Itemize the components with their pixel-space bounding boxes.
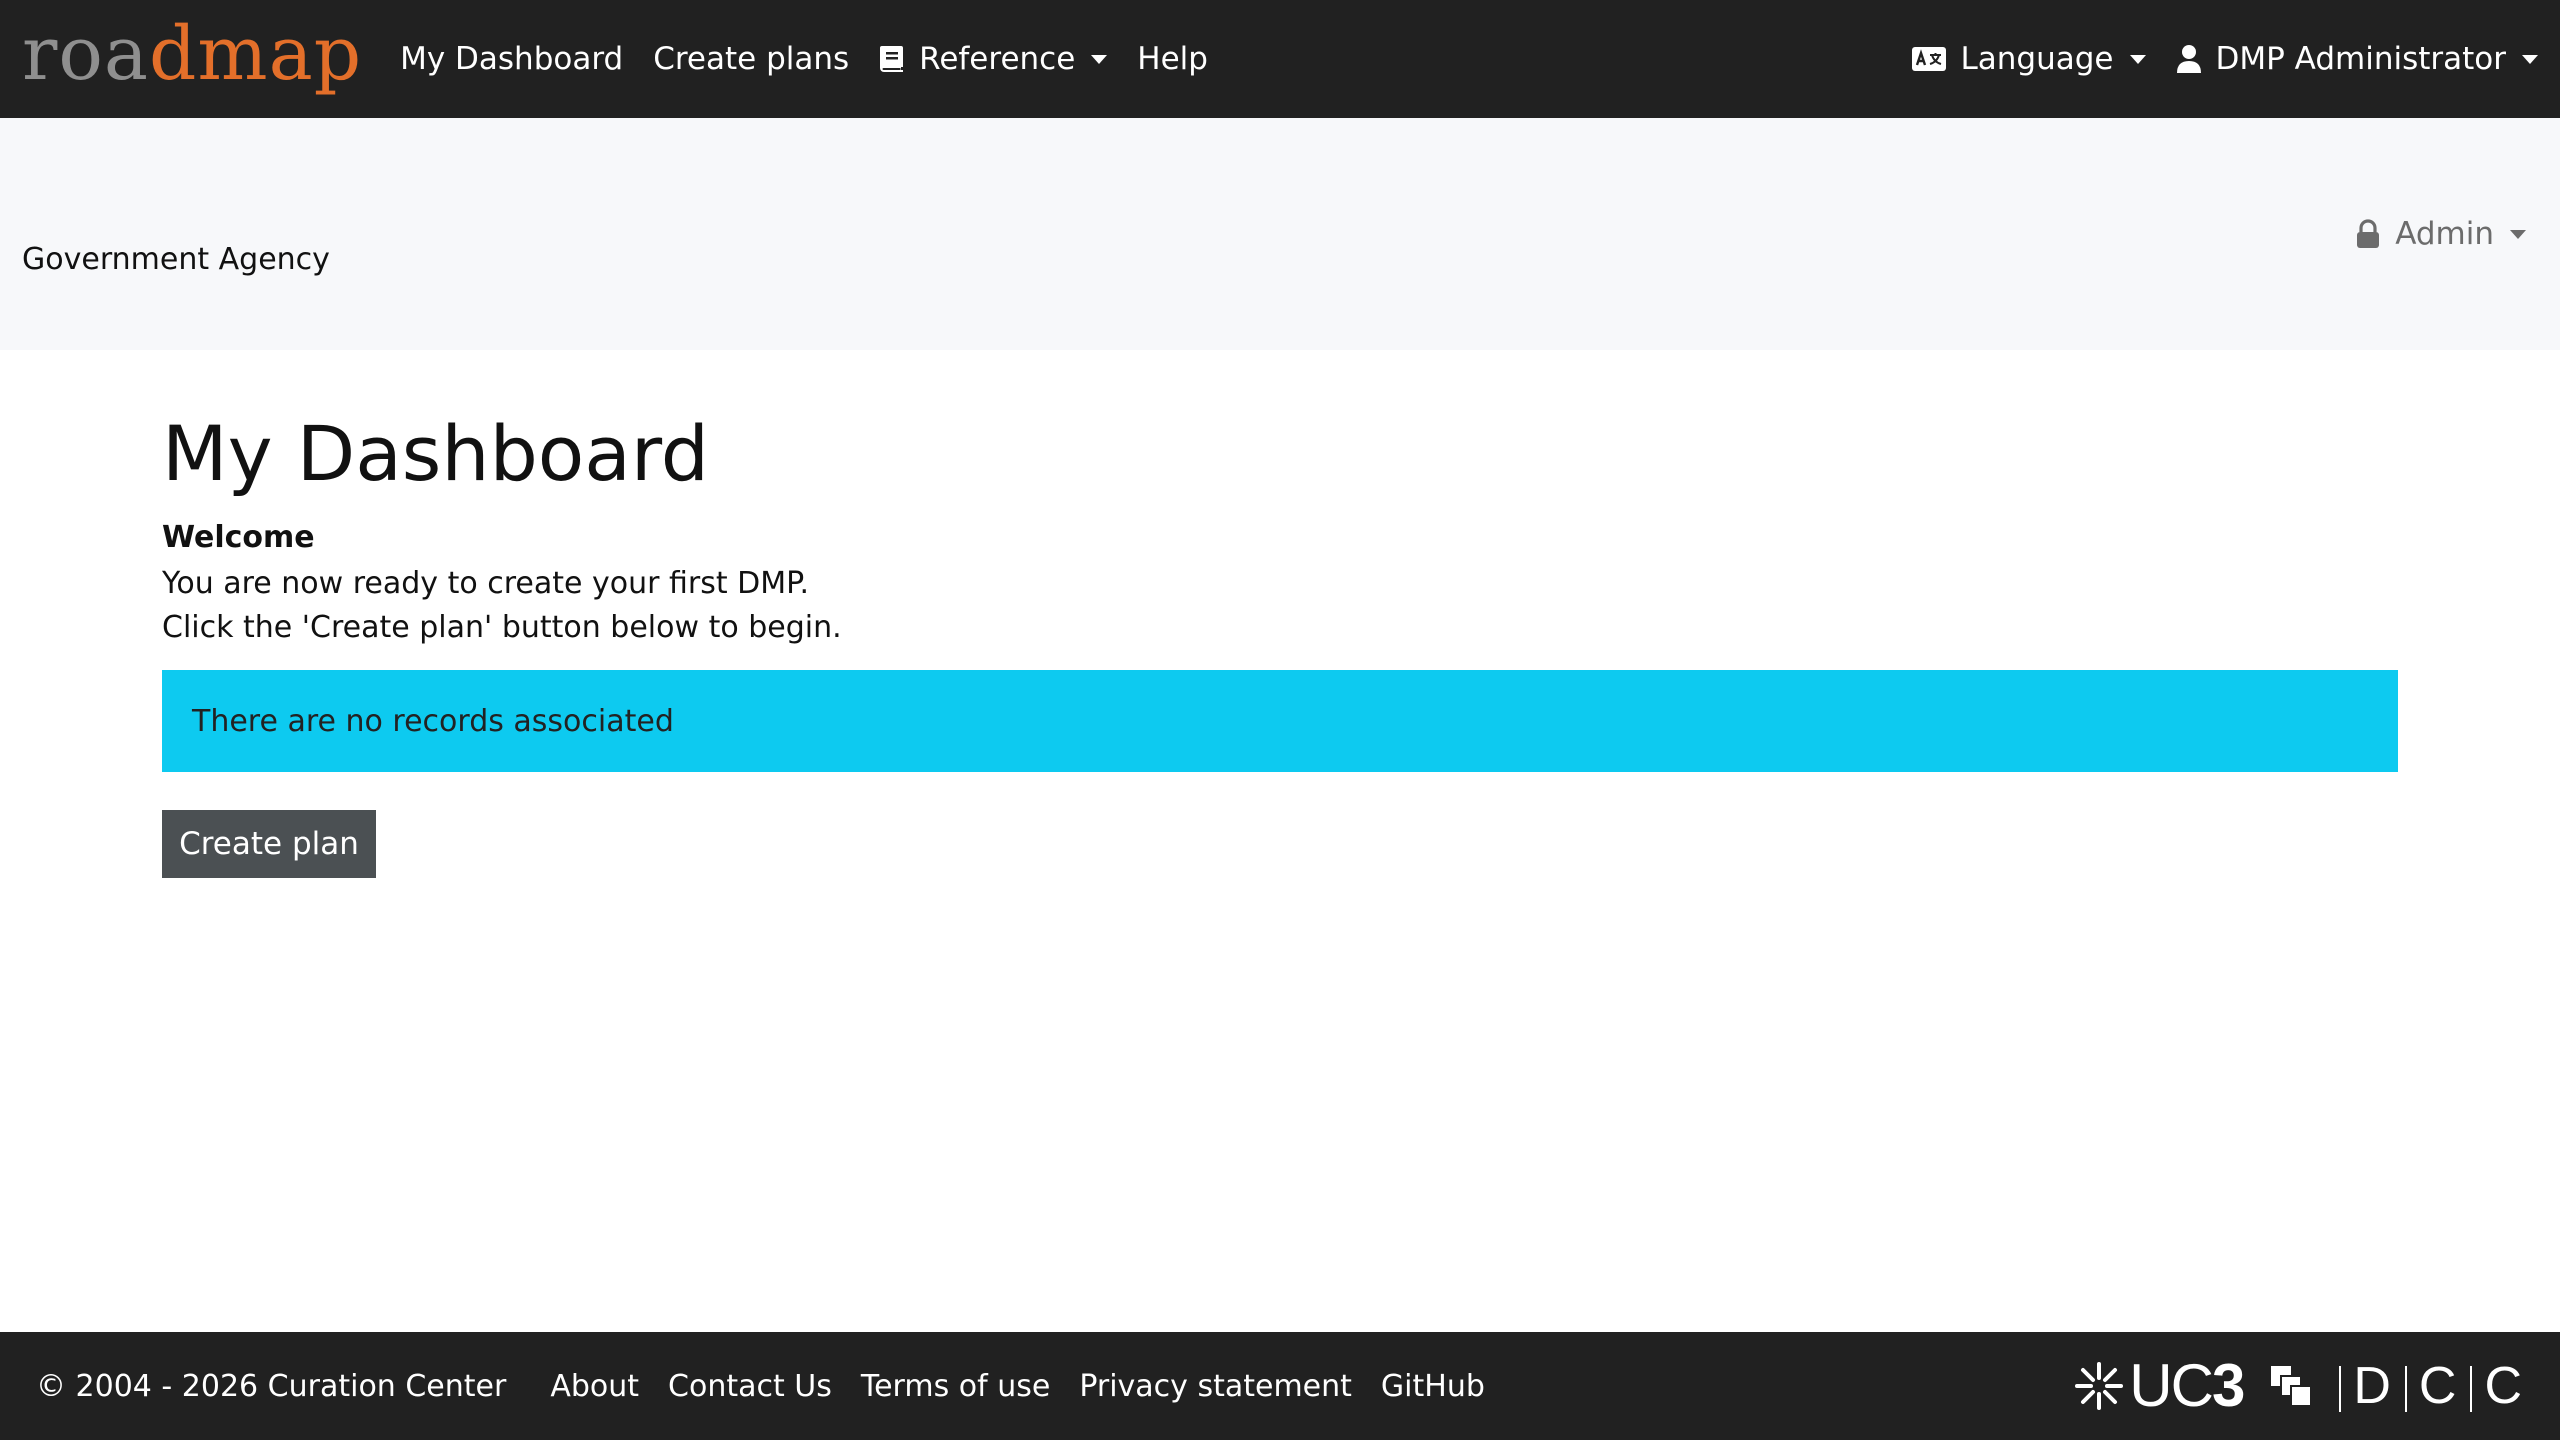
footer-link-privacy[interactable]: Privacy statement xyxy=(1079,1369,1352,1404)
uc3-logo[interactable]: UC3 xyxy=(2073,1356,2245,1416)
user-name-label: DMP Administrator xyxy=(2215,41,2507,77)
dcc-letter: D xyxy=(2353,1356,2393,1415)
organisation-name: Government Agency xyxy=(22,242,330,277)
divider xyxy=(2339,1366,2342,1413)
uc3-logo-number: 3 xyxy=(2211,1352,2245,1419)
create-plan-button[interactable]: Create plan xyxy=(162,810,376,878)
no-records-message: There are no records associated xyxy=(192,703,674,739)
uc3-logo-letters: UC xyxy=(2129,1352,2214,1419)
footer: © 2004 - 2026 Curation Center About Cont… xyxy=(0,1332,2560,1440)
nav-create-plans[interactable]: Create plans xyxy=(653,41,849,77)
dashboard-content: My Dashboard Welcome You are now ready t… xyxy=(162,400,2398,878)
welcome-heading: Welcome xyxy=(162,520,315,555)
admin-label: Admin xyxy=(2395,216,2494,252)
chevron-down-icon xyxy=(2510,229,2526,239)
logo-text-part1: roa xyxy=(22,11,150,97)
dcc-logo-text: DCC xyxy=(2327,1356,2524,1415)
nav-my-dashboard[interactable]: My Dashboard xyxy=(400,41,623,77)
partner-logos: UC3 DCC xyxy=(2073,1356,2524,1416)
primary-nav: My Dashboard Create plans Reference Help xyxy=(400,41,1238,77)
language-label: Language xyxy=(1960,41,2114,77)
copyright-text: © 2004 - 2026 Curation Center xyxy=(36,1368,507,1404)
user-dropdown[interactable]: DMP Administrator xyxy=(2176,41,2538,77)
dcc-letter: C xyxy=(2418,1356,2459,1415)
chevron-down-icon xyxy=(2522,54,2538,64)
top-navbar: roadmap My Dashboard Create plans Refere… xyxy=(0,0,2560,118)
lock-icon xyxy=(2355,219,2381,249)
org-header xyxy=(0,118,2560,350)
chevron-down-icon xyxy=(1091,54,1108,64)
user-icon xyxy=(2176,44,2202,74)
language-icon xyxy=(1911,46,1947,72)
book-icon xyxy=(879,44,905,74)
logo-text-part2: dmap xyxy=(149,11,363,97)
dcc-logo[interactable]: DCC xyxy=(2269,1356,2524,1415)
footer-link-about[interactable]: About xyxy=(550,1369,639,1404)
footer-link-terms[interactable]: Terms of use xyxy=(861,1369,1050,1404)
divider xyxy=(2404,1366,2407,1413)
chevron-down-icon xyxy=(2129,54,2146,64)
footer-link-github[interactable]: GitHub xyxy=(1381,1369,1485,1404)
footer-link-contact[interactable]: Contact Us xyxy=(668,1369,832,1404)
nav-help[interactable]: Help xyxy=(1137,41,1208,77)
welcome-text-line: You are now ready to create your first D… xyxy=(162,566,810,601)
nav-reference-dropdown[interactable]: Reference xyxy=(879,41,1108,77)
language-dropdown[interactable]: Language xyxy=(1911,41,2146,77)
roadmap-logo[interactable]: roadmap xyxy=(22,17,362,91)
admin-dropdown[interactable]: Admin xyxy=(2355,216,2526,252)
dcc-squares-icon xyxy=(2269,1364,2313,1408)
secondary-nav: Language DMP Administrator xyxy=(1881,41,2538,77)
dcc-letter: C xyxy=(2484,1356,2524,1415)
welcome-text-line: Click the 'Create plan' button below to … xyxy=(162,610,842,645)
divider xyxy=(2470,1366,2473,1413)
uc3-logo-text: UC3 xyxy=(2129,1356,2245,1416)
uc3-burst-icon xyxy=(2073,1360,2125,1412)
nav-reference-label: Reference xyxy=(919,41,1076,77)
no-records-alert: There are no records associated xyxy=(162,670,2398,772)
page-title: My Dashboard xyxy=(162,409,710,498)
